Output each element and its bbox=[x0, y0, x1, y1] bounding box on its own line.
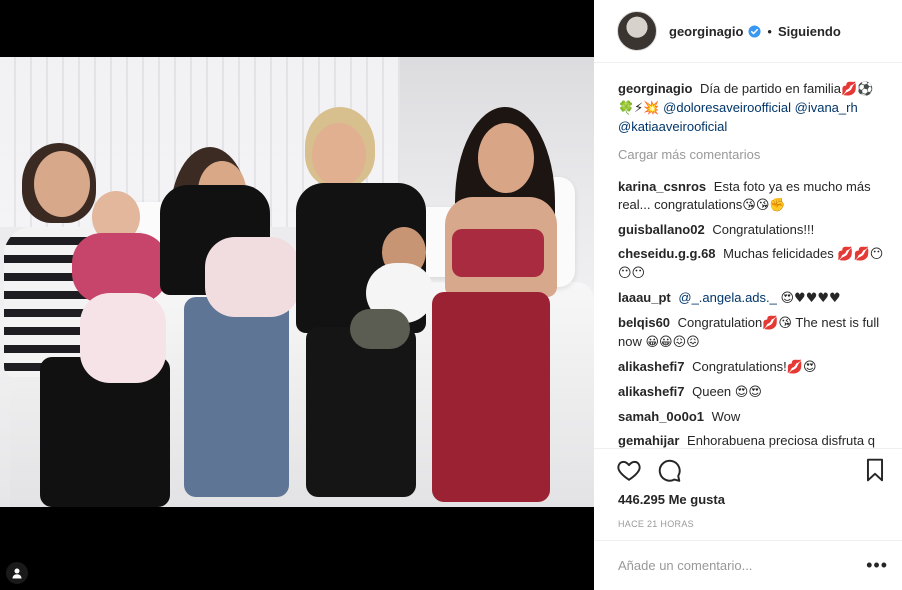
comment-username[interactable]: cheseidu.g.g.68 bbox=[618, 246, 716, 261]
mention-link[interactable]: @ivana_rh bbox=[795, 100, 858, 115]
add-comment-bar: ••• bbox=[594, 540, 902, 590]
comment-emoji: 😍😍 bbox=[734, 385, 762, 400]
comment-item: alikashefi7 Congratulations!💋😍 bbox=[618, 358, 886, 377]
comment-item: belqis60 Congratulation💋😘 The nest is fu… bbox=[618, 314, 886, 352]
comment-item: karina_csnros Esta foto ya es mucho más … bbox=[618, 178, 886, 215]
comment-username[interactable]: belqis60 bbox=[618, 315, 670, 330]
comment-item: gemahijar Enhorabuena preciosa disfruta … bbox=[618, 432, 886, 448]
heart-soccer-emoji: 💋⚽ bbox=[840, 82, 874, 97]
heart-icon[interactable] bbox=[616, 457, 642, 483]
comment-username[interactable]: alikashefi7 bbox=[618, 359, 685, 374]
post-username[interactable]: georginagio bbox=[669, 24, 743, 39]
comment-emoji: 😍♥♥♥♥ bbox=[780, 291, 841, 306]
avatar[interactable] bbox=[617, 11, 657, 51]
post-side-panel: georginagio • Siguiendo georginagio Día … bbox=[594, 0, 902, 590]
comment-item: guisballano02 Congratulations!!! bbox=[618, 221, 886, 239]
comment-item: cheseidu.g.g.68 Muchas felicidades 💋💋😶😶😶 bbox=[618, 245, 886, 283]
comment-text: Queen bbox=[692, 384, 732, 399]
comment-item: alikashefi7 Queen 😍😍 bbox=[618, 383, 886, 402]
caption-text: Día de partido en familia bbox=[700, 81, 841, 96]
comment-username[interactable]: laaau_pt bbox=[618, 290, 671, 305]
comments-list: georginagio Día de partido en familia💋⚽ … bbox=[594, 63, 902, 448]
more-options-icon[interactable]: ••• bbox=[866, 555, 888, 576]
comment-username[interactable]: guisballano02 bbox=[618, 222, 705, 237]
mention-link[interactable]: @katiaaveirooficial bbox=[618, 119, 727, 134]
separator-dot: • bbox=[767, 23, 772, 39]
comment-username[interactable]: gemahijar bbox=[618, 433, 679, 448]
mention-link[interactable]: @_.angela.ads._ bbox=[678, 290, 777, 305]
comment-username[interactable]: karina_csnros bbox=[618, 179, 706, 194]
comment-text: Congratulations!!! bbox=[712, 222, 815, 237]
caption-emoji-line: 🍀⚡💥 bbox=[618, 101, 660, 116]
comment-text: Wow bbox=[711, 409, 741, 424]
comment-item: laaau_pt @_.angela.ads._ 😍♥♥♥♥ bbox=[618, 289, 886, 308]
comment-emoji: 💋😍 bbox=[786, 360, 817, 375]
post-actions bbox=[594, 448, 902, 490]
baby-2 bbox=[205, 237, 300, 317]
post-timestamp: HACE 21 HORAS bbox=[618, 519, 694, 529]
verified-badge-icon bbox=[748, 24, 761, 38]
comment-emoji: 💋😘 bbox=[762, 316, 792, 331]
caption-username[interactable]: georginagio bbox=[618, 81, 692, 96]
bookmark-icon[interactable] bbox=[862, 457, 888, 483]
comment-text: Congratulation bbox=[677, 315, 763, 330]
following-button[interactable]: Siguiendo bbox=[778, 24, 841, 39]
post-header: georginagio • Siguiendo bbox=[594, 0, 902, 63]
user-tag-icon[interactable] bbox=[6, 562, 28, 584]
comment-emoji: 😀😀😖😖 bbox=[645, 335, 700, 350]
comment-icon[interactable] bbox=[656, 457, 682, 483]
comment-username[interactable]: samah_0o0o1 bbox=[618, 409, 704, 424]
comment-username[interactable]: alikashefi7 bbox=[618, 384, 685, 399]
comment-text: Muchas felicidades bbox=[723, 246, 834, 261]
comment-item: samah_0o0o1 Wow bbox=[618, 408, 886, 426]
post-media bbox=[0, 0, 594, 590]
comment-input[interactable] bbox=[618, 558, 867, 573]
likes-count[interactable]: 446.295 Me gusta bbox=[618, 492, 725, 507]
post-photo[interactable] bbox=[0, 57, 594, 507]
load-more-comments-link[interactable]: Cargar más comentarios bbox=[618, 146, 886, 164]
comment-emoji: 😘😘✊ bbox=[742, 198, 786, 213]
caption: georginagio Día de partido en familia💋⚽ … bbox=[618, 80, 886, 136]
comment-text: Congratulations! bbox=[692, 359, 787, 374]
mention-link[interactable]: @doloresaveiroofficial bbox=[663, 100, 791, 115]
